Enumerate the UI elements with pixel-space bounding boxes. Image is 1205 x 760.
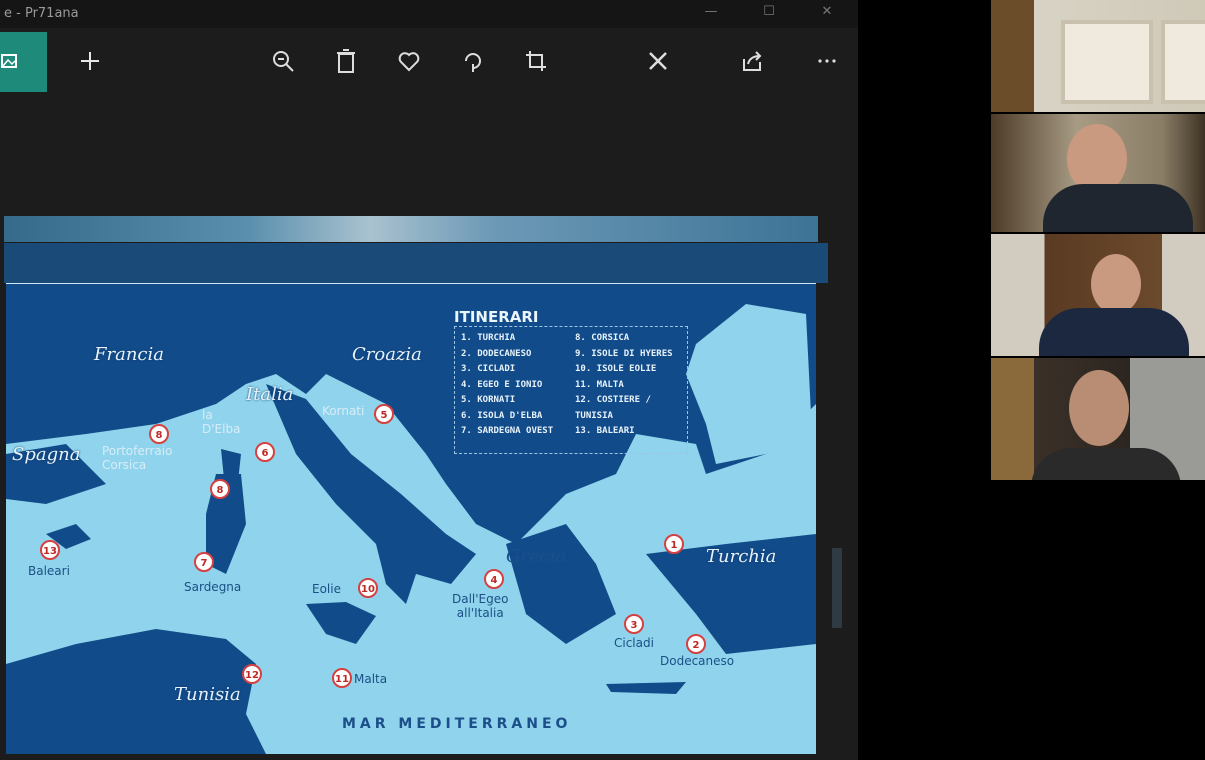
close-icon[interactable]: ✕ [816, 4, 838, 22]
itinerary-marker: 2 [686, 634, 706, 654]
window-title: e - Pr71ana [4, 6, 79, 21]
legend-item: 12. COSTIERE / [575, 395, 651, 405]
itinerary-marker: 10 [358, 578, 378, 598]
zoom-button[interactable] [266, 44, 300, 78]
photo-header-strip [4, 216, 818, 242]
itinerary-marker: 3 [624, 614, 644, 634]
itinerary-marker: 13 [40, 540, 60, 560]
legend-item: TUNISIA [575, 410, 613, 421]
crop-button[interactable] [519, 44, 553, 78]
image-icon [1, 54, 17, 68]
photo-band [4, 243, 828, 283]
heart-icon [398, 52, 420, 72]
label-tunisia: Tunisia [174, 684, 241, 705]
toolbar [0, 30, 858, 94]
itinerary-marker: 8 [149, 424, 169, 444]
delete-button[interactable] [329, 44, 363, 78]
itinerary-marker: 5 [374, 404, 394, 424]
wall-picture [1161, 20, 1205, 104]
label-malta: Malta [354, 672, 388, 686]
edit-create-button[interactable] [641, 44, 688, 78]
legend-item: 1. TURCHIA [461, 333, 516, 343]
trash-icon [337, 49, 355, 73]
itinerary-marker: 8 [210, 479, 230, 499]
participant-body [1039, 308, 1189, 356]
participant-video-tile[interactable] [991, 114, 1205, 232]
legend-item: 5. KORNATI [461, 395, 516, 405]
label-sea: MAR MEDITERRANEO [342, 716, 572, 732]
itinerary-marker: 4 [484, 569, 504, 589]
maximize-icon[interactable]: ☐ [758, 4, 780, 22]
itinerary-legend: 1. TURCHIA 2. DODECANESO 3. CICLADI 4. E… [454, 326, 688, 454]
legend-item: 9. ISOLE DI HYERES [575, 348, 673, 359]
label-portoferraio: Portoferraio Corsica [102, 444, 173, 472]
participant-video-tile[interactable] [991, 0, 1205, 112]
zoom-icon [273, 51, 294, 72]
legend-column-left: 1. TURCHIA 2. DODECANESO 3. CICLADI 4. E… [461, 331, 576, 440]
more-icon [818, 59, 836, 63]
add-button[interactable] [73, 44, 107, 78]
label-elba: la D'Elba [202, 408, 241, 436]
label-kornati: Kornati [322, 404, 365, 418]
see-all-photos-button[interactable] [0, 32, 47, 92]
label-eolie: Eolie [312, 582, 341, 596]
label-dodecaneso: Dodecaneso [660, 654, 735, 668]
share-icon [743, 51, 762, 71]
next-image-arrow[interactable] [832, 548, 842, 628]
itinerary-marker: 7 [194, 552, 214, 572]
title-bar: e - Pr71ana — ☐ ✕ [0, 0, 858, 28]
more-options-button[interactable] [810, 44, 844, 78]
label-francia: Francia [94, 344, 164, 365]
label-italia: Italia [246, 384, 294, 405]
legend-item: 8. CORSICA [575, 333, 630, 343]
photos-app-window: e - Pr71ana — ☐ ✕ ITINERARI 1. TURCHIA 2… [0, 0, 858, 760]
legend-item: 11. MALTA [575, 379, 624, 390]
itinerary-map-image: ITINERARI 1. TURCHIA 2. DODECANESO 3. CI… [6, 283, 816, 754]
legend-item: 6. ISOLA D'ELBA [461, 410, 543, 421]
participant-body [1043, 184, 1193, 232]
legend-item: 3. CICLADI [461, 364, 516, 374]
label-croazia: Croazia [352, 344, 422, 365]
label-spagna: Spagna [12, 444, 81, 465]
itinerary-marker: 11 [332, 668, 352, 688]
crop-icon [526, 51, 546, 71]
itinerary-marker: 6 [255, 442, 275, 462]
participant-face [1069, 370, 1129, 446]
plus-icon [81, 52, 99, 70]
itinerary-marker: 12 [242, 664, 262, 684]
label-cicladi: Cicladi [614, 636, 654, 650]
label-grecia: Grecia [506, 546, 567, 567]
edit-icon [649, 52, 688, 70]
share-button[interactable] [735, 44, 769, 78]
legend-item: 7. SARDEGNA OVEST [461, 426, 554, 436]
participant-video-tile[interactable] [991, 358, 1205, 480]
label-turchia: Turchia [706, 546, 777, 567]
legend-item: 13. BALEARI [575, 426, 635, 436]
legend-column-right: 8. CORSICA 9. ISOLE DI HYERES 10. ISOLE … [575, 331, 690, 440]
label-sardegna: Sardegna [184, 580, 242, 594]
participant-face [1091, 254, 1141, 314]
label-baleari: Baleari [28, 564, 70, 578]
favorite-button[interactable] [392, 44, 426, 78]
itinerary-marker: 1 [664, 534, 684, 554]
legend-item: 4. EGEO E IONIO [461, 379, 543, 390]
legend-item: 10. ISOLE EOLIE [575, 364, 657, 374]
wall-picture [1061, 20, 1153, 104]
rotate-icon [465, 53, 481, 72]
legend-title: ITINERARI [454, 308, 539, 326]
participant-body [1031, 448, 1181, 480]
minimize-icon[interactable]: — [700, 4, 722, 22]
participant-video-tile[interactable] [991, 234, 1205, 356]
legend-item: 2. DODECANESO [461, 348, 532, 359]
label-ionio: Dall'Egeo all'Italia [452, 592, 509, 620]
rotate-button[interactable] [456, 44, 490, 78]
